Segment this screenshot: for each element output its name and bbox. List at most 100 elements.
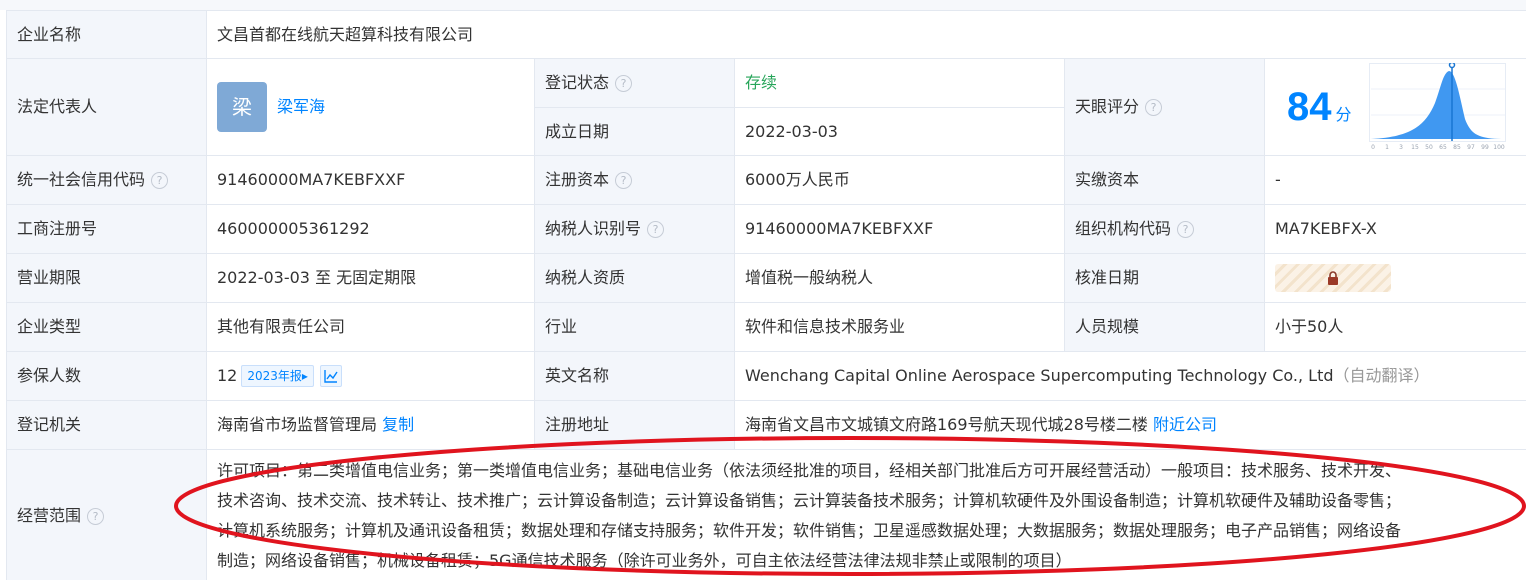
avatar[interactable]: 梁: [217, 82, 267, 132]
score-axis-tick: 97: [1467, 144, 1475, 151]
biz-term-value: 2022-03-03 至 无固定期限: [206, 253, 535, 303]
reg-address-value: 海南省文昌市文城镇文府路169号航天现代城28号楼二楼: [745, 415, 1148, 434]
reg-status-value: 存续: [745, 73, 778, 92]
biz-scope-line: 制造；网络设备销售；机械设备租赁；5G通信技术服务（除许可业务外，可自主依法经营…: [217, 551, 1072, 570]
score-distribution-chart: 0 1 3 15 50 65 85 97 99 100: [1368, 61, 1506, 151]
credit-code-value: 91460000MA7KEBFXXF: [206, 155, 535, 205]
biz-reg-no-label: 工商注册号: [6, 204, 207, 254]
tianyan-score-label-cell: 天眼评分?: [1064, 58, 1265, 156]
annual-report-badge[interactable]: 2023年报▸: [241, 365, 314, 388]
auto-translate-note: （自动翻译）: [1333, 366, 1430, 385]
biz-scope-line: 许可项目：第二类增值电信业务；第一类增值电信业务；基础电信业务（依法须经批准的项…: [217, 461, 1402, 480]
help-icon[interactable]: ?: [615, 75, 633, 92]
copy-link[interactable]: 复制: [382, 415, 414, 434]
row-company-type: 企业类型 其他有限责任公司 行业 软件和信息技术服务业 人员规模 小于50人: [6, 302, 1526, 352]
row-biz-reg-no: 工商注册号 460000005361292 纳税人识别号? 91460000MA…: [6, 204, 1526, 254]
found-date-label: 成立日期: [534, 107, 735, 156]
approval-date-label: 核准日期: [1064, 253, 1265, 303]
score-axis-tick: 99: [1481, 144, 1489, 151]
org-code-label: 组织机构代码: [1075, 219, 1172, 238]
row-biz-term: 营业期限 2022-03-03 至 无固定期限 纳税人资质 增值税一般纳税人 核…: [6, 253, 1526, 303]
score-axis-tick: 3: [1399, 144, 1403, 151]
score-axis-tick: 15: [1411, 144, 1419, 151]
staff-size-label: 人员规模: [1064, 302, 1265, 352]
taxpayer-id-label: 纳税人识别号: [545, 219, 642, 238]
biz-scope-label-cell: 经营范围?: [6, 449, 207, 580]
trend-chart-icon: [324, 370, 338, 383]
reg-authority-cell: 海南省市场监督管理局 复制: [206, 400, 535, 450]
nearby-companies-link[interactable]: 附近公司: [1153, 415, 1217, 434]
help-icon[interactable]: ?: [151, 172, 169, 189]
reg-capital-value: 6000万人民币: [734, 155, 1065, 205]
row-reg-authority: 登记机关 海南省市场监督管理局 复制 注册地址 海南省文昌市文城镇文府路169号…: [6, 400, 1526, 450]
legal-rep-name-link[interactable]: 梁军海: [277, 97, 325, 116]
reg-status-label: 登记状态: [545, 73, 610, 92]
reg-address-label: 注册地址: [534, 400, 735, 450]
locked-value[interactable]: [1275, 264, 1391, 292]
reg-status-label-cell: 登记状态?: [534, 58, 735, 108]
org-code-value: MA7KEBFX-X: [1263, 204, 1526, 254]
legal-rep-cell: 梁梁军海: [206, 58, 535, 156]
help-icon[interactable]: ?: [1145, 99, 1163, 116]
taxpayer-qual-value: 增值税一般纳税人: [734, 253, 1065, 303]
reg-authority-value: 海南省市场监督管理局: [217, 415, 378, 434]
row-credit-code: 统一社会信用代码? 91460000MA7KEBFXXF 注册资本? 6000万…: [6, 155, 1526, 205]
company-info-table: 企业名称 文昌首都在线航天超算科技有限公司 法定代表人 梁梁军海 登记状态? 存…: [6, 10, 1526, 580]
biz-scope-label: 经营范围: [17, 506, 82, 525]
tianyan-score-cell[interactable]: 84 分 0 1 3 15 50 65 85 97 99 100: [1263, 58, 1526, 156]
score-axis-tick: 100: [1493, 144, 1505, 151]
industry-value: 软件和信息技术服务业: [734, 302, 1065, 352]
insured-label: 参保人数: [6, 351, 207, 401]
help-icon[interactable]: ?: [1177, 221, 1195, 238]
score-unit: 分: [1335, 104, 1352, 124]
industry-label: 行业: [534, 302, 735, 352]
company-name-label: 企业名称: [6, 10, 207, 59]
row-legal-rep-top: 法定代表人 梁梁军海 登记状态? 存续 天眼评分? 84 分 0 1 3 15 50 65 8…: [6, 58, 1526, 156]
row-company-name: 企业名称 文昌首都在线航天超算科技有限公司: [6, 10, 1526, 59]
company-name-value: 文昌首都在线航天超算科技有限公司: [205, 10, 1526, 59]
reg-capital-label: 注册资本: [545, 170, 610, 189]
paid-capital-value: -: [1263, 155, 1526, 205]
taxpayer-id-label-cell: 纳税人识别号?: [534, 204, 735, 254]
score-marker-dot: [1448, 61, 1455, 69]
top-strip: [0, 0, 1526, 10]
help-icon[interactable]: ?: [647, 221, 665, 238]
paid-capital-label: 实缴资本: [1064, 155, 1265, 205]
trend-chart-button[interactable]: [319, 365, 342, 388]
reg-address-cell: 海南省文昌市文城镇文府路169号航天现代城28号楼二楼 附近公司: [733, 400, 1526, 450]
credit-code-label: 统一社会信用代码: [17, 170, 146, 189]
biz-reg-no-value: 460000005361292: [206, 204, 535, 254]
legal-rep-label: 法定代表人: [6, 58, 207, 156]
lock-icon: [1328, 271, 1338, 285]
english-name-label: 英文名称: [534, 351, 735, 401]
help-icon[interactable]: ?: [87, 508, 105, 525]
tianyan-score-label: 天眼评分: [1075, 97, 1140, 116]
org-code-label-cell: 组织机构代码?: [1064, 204, 1265, 254]
help-icon[interactable]: ?: [615, 172, 633, 189]
approval-date-cell: [1263, 253, 1526, 303]
score-axis-ticks: 0 1 3 15 50 65 85 97 99 100: [1371, 144, 1505, 151]
biz-scope-line: 技术咨询、技术交流、技术转让、技术推广；云计算设备制造；云计算设备销售；云计算装…: [217, 491, 1402, 510]
score-axis-tick: 85: [1453, 144, 1461, 151]
score-number: 84: [1287, 85, 1332, 129]
score-axis-tick: 1: [1385, 144, 1389, 151]
biz-scope-line: 计算机系统服务；计算机及通讯设备租赁；数据处理和存储支持服务；软件开发；软件销售…: [217, 521, 1402, 540]
reg-status-value-cell: 存续: [734, 58, 1065, 108]
score-axis-tick: 0: [1371, 144, 1375, 151]
taxpayer-id-value: 91460000MA7KEBFXXF: [734, 204, 1065, 254]
row-insured: 参保人数 12 2023年报▸ 英文名称 Wenchang Capital Onl…: [6, 351, 1526, 401]
english-name-cell: Wenchang Capital Online Aerospace Superc…: [733, 351, 1526, 401]
company-type-value: 其他有限责任公司: [206, 302, 535, 352]
taxpayer-qual-label: 纳税人资质: [534, 253, 735, 303]
insured-cell: 12 2023年报▸: [206, 351, 535, 401]
credit-code-label-cell: 统一社会信用代码?: [6, 155, 207, 205]
insured-value: 12: [217, 365, 238, 385]
biz-term-label: 营业期限: [6, 253, 207, 303]
staff-size-value: 小于50人: [1263, 302, 1526, 352]
reg-capital-label-cell: 注册资本?: [534, 155, 735, 205]
reg-authority-label: 登记机关: [6, 400, 207, 450]
biz-scope-text: 许可项目：第二类增值电信业务；第一类增值电信业务；基础电信业务（依法须经批准的项…: [205, 449, 1526, 580]
company-type-label: 企业类型: [6, 302, 207, 352]
english-name-value: Wenchang Capital Online Aerospace Superc…: [745, 366, 1334, 385]
found-date-value: 2022-03-03: [734, 107, 1065, 156]
